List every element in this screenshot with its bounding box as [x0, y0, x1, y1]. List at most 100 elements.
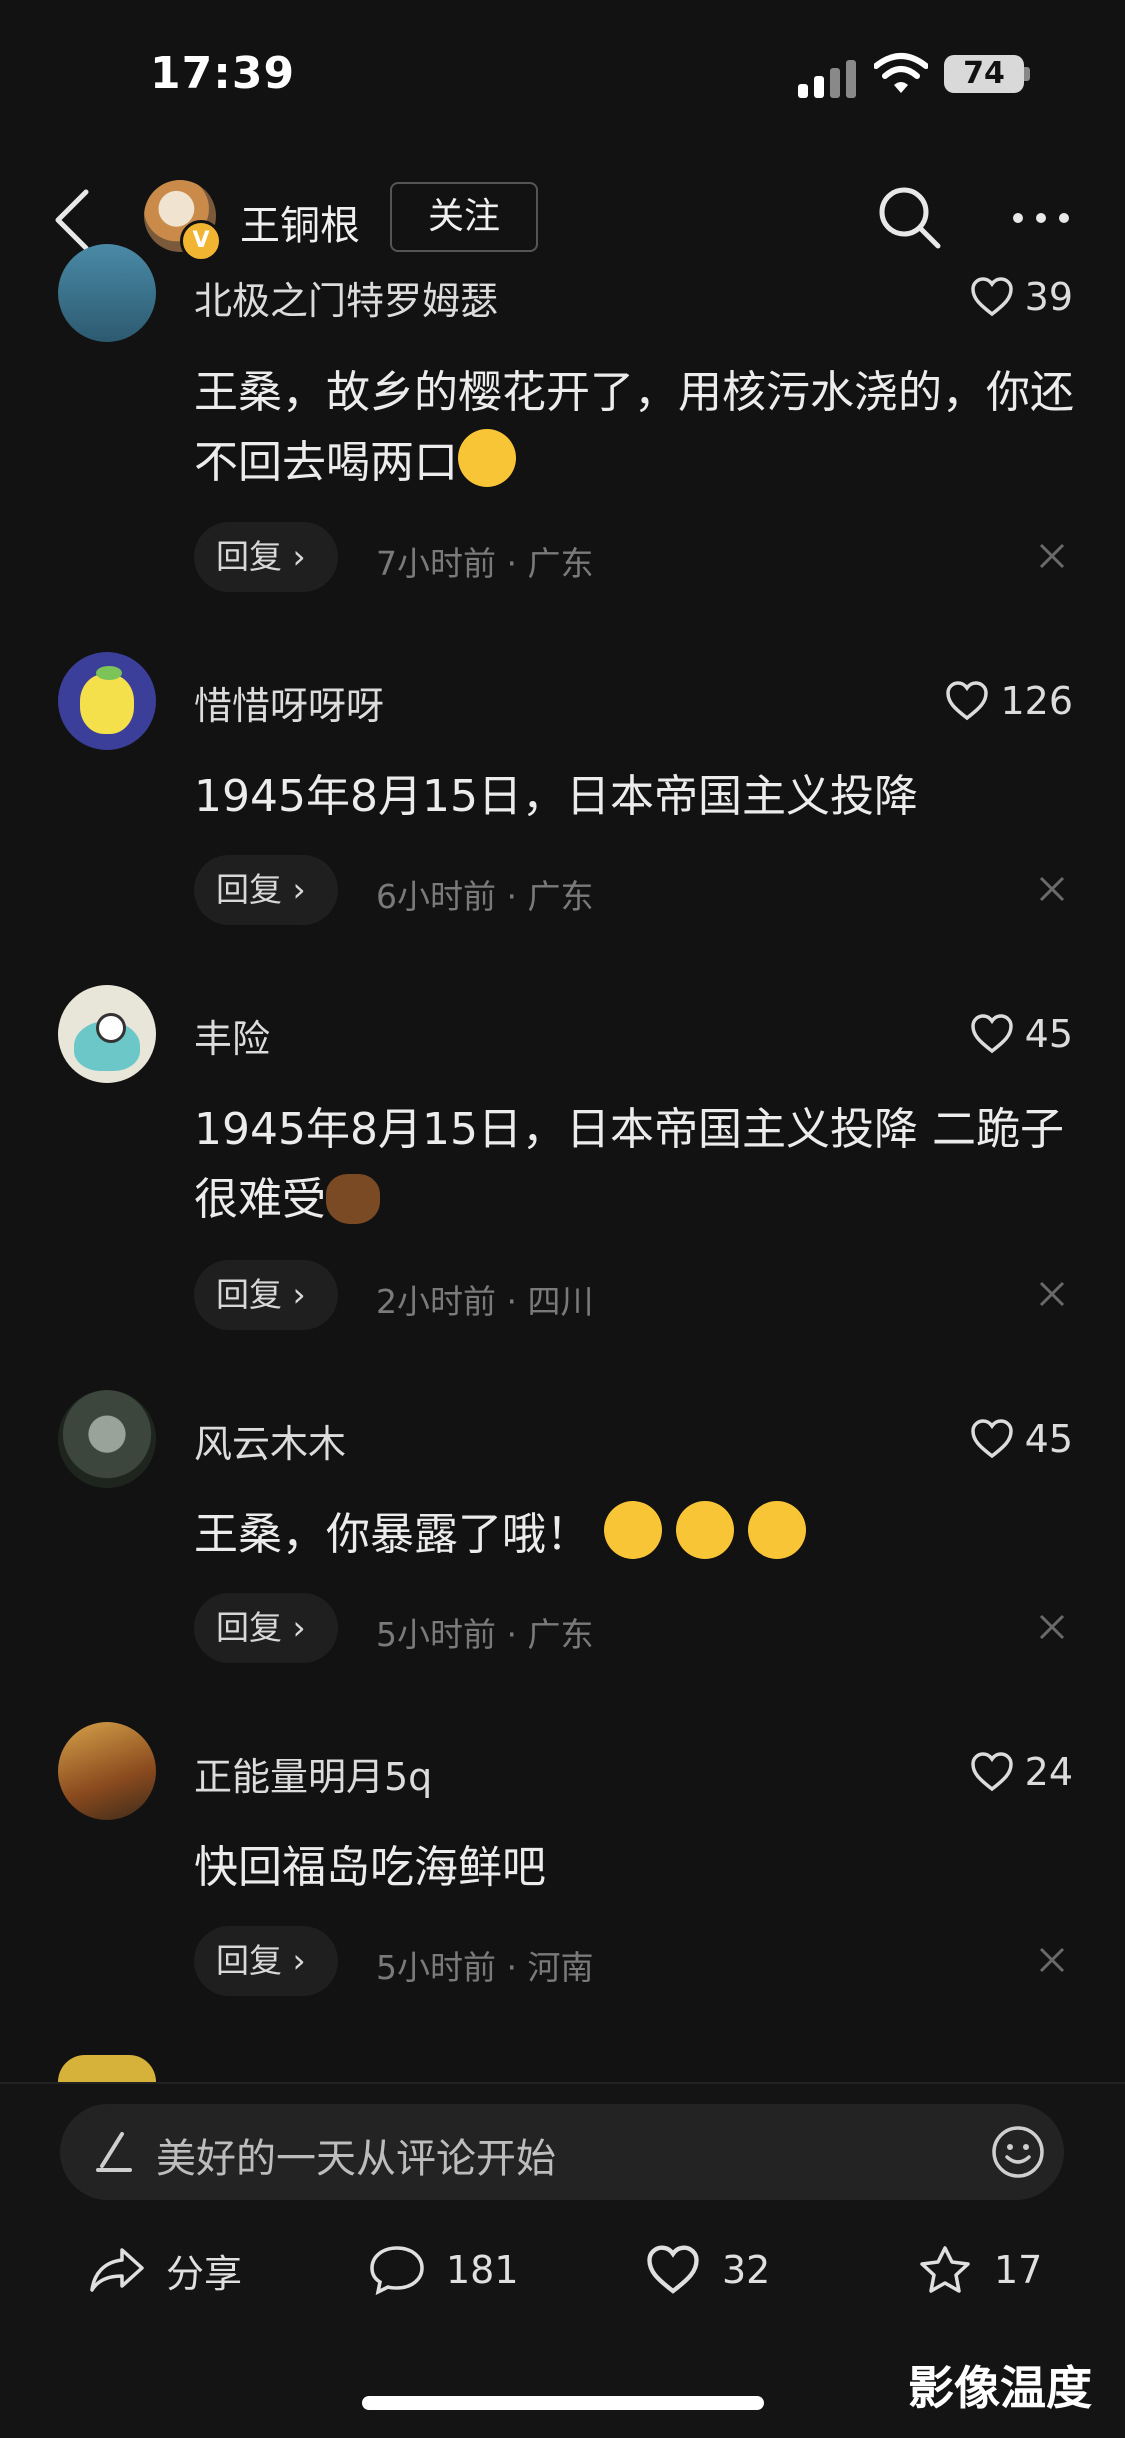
commenter-avatar[interactable] [58, 1722, 156, 1820]
comment-time: 6小时前 [376, 877, 496, 916]
reply-button[interactable]: 回复 › [194, 1260, 338, 1330]
crying-emoji-icon [604, 1501, 662, 1559]
reply-button[interactable]: 回复 › [194, 855, 338, 925]
comment-text-content: 1945年8月15日，日本帝国主义投降 二跪子很难受 [194, 1104, 1064, 1225]
follow-button[interactable]: 关注 [390, 182, 538, 252]
emoji-picker-icon[interactable] [990, 2124, 1046, 2180]
comment-meta: 6小时前 · 广东 [376, 870, 594, 918]
chevron-right-icon: › [292, 1608, 306, 1647]
reply-button[interactable]: 回复 › [194, 1593, 338, 1663]
commenter-name[interactable]: 丰险 [194, 1008, 270, 1063]
reply-label: 回复 [216, 1941, 282, 1980]
heart-icon [970, 277, 1013, 317]
reply-label: 回复 [216, 870, 282, 909]
wifi-icon [874, 53, 928, 93]
comment-text-content: 王桑，你暴露了哦！ [194, 1509, 590, 1560]
comment-time: 5小时前 [376, 1948, 496, 1987]
comments-button[interactable]: 181 [368, 2240, 519, 2300]
search-icon[interactable] [876, 184, 942, 250]
commenter-avatar[interactable] [58, 244, 156, 342]
close-icon[interactable] [1038, 542, 1066, 570]
comment-text: 1945年8月15日，日本帝国主义投降 [194, 771, 918, 822]
chevron-right-icon: › [292, 1941, 306, 1980]
like-button[interactable]: 39 [969, 272, 1073, 322]
more-options-icon[interactable] [1010, 210, 1072, 226]
reply-button[interactable]: 回复 › [194, 522, 338, 592]
verified-badge-icon: V [180, 220, 222, 262]
comment-text: 王桑，故乡的樱花开了，用核污水浇的，你还不回去喝两口 [194, 358, 1074, 498]
share-icon [90, 2248, 144, 2292]
meta-separator: · [506, 544, 518, 583]
comment-meta: 5小时前 · 河南 [376, 1941, 594, 1989]
like-count: 126 [1000, 679, 1073, 723]
meta-separator: · [506, 1615, 518, 1654]
like-count: 39 [1024, 275, 1073, 319]
close-icon[interactable] [1038, 1280, 1066, 1308]
star-icon [920, 2246, 970, 2293]
battery-tip [1024, 67, 1030, 81]
heart-icon [647, 2245, 699, 2294]
like-button[interactable]: 45 [969, 1009, 1073, 1059]
comment-bubble-icon [370, 2246, 424, 2296]
battery-level: 74 [944, 55, 1024, 93]
back-arrow-icon[interactable] [50, 188, 94, 252]
comment-count: 181 [446, 2248, 519, 2292]
like-button[interactable]: 126 [944, 676, 1073, 726]
like-post-count: 32 [722, 2248, 771, 2292]
reply-button[interactable]: 回复 › [194, 1926, 338, 1996]
comment-text: 1945年8月15日，日本帝国主义投降 二跪子很难受 [194, 1095, 1074, 1235]
like-button[interactable]: 24 [969, 1747, 1073, 1797]
reply-label: 回复 [216, 537, 282, 576]
like-button[interactable]: 45 [969, 1414, 1073, 1464]
commenter-name[interactable]: 正能量明月5q [194, 1746, 432, 1801]
comment-time: 2小时前 [376, 1282, 496, 1321]
commenter-avatar[interactable] [58, 2055, 156, 2082]
close-icon[interactable] [1038, 875, 1066, 903]
author-name[interactable]: 王铜根 [240, 193, 360, 251]
meta-separator: · [506, 877, 518, 916]
share-label: 分享 [166, 2251, 243, 2296]
like-post-button[interactable]: 32 [644, 2240, 770, 2300]
close-icon[interactable] [1038, 1613, 1066, 1641]
heart-icon [970, 1752, 1013, 1792]
comment-location: 广东 [527, 1615, 594, 1654]
commenter-avatar[interactable] [58, 652, 156, 750]
chevron-right-icon: › [292, 870, 306, 909]
close-icon[interactable] [1038, 1946, 1066, 1974]
laughing-emoji-icon [458, 429, 516, 487]
like-count: 45 [1024, 1012, 1073, 1056]
comment-text: 快回福岛吃海鲜吧 [194, 1842, 546, 1893]
chevron-right-icon: › [292, 537, 306, 576]
like-count: 45 [1024, 1417, 1073, 1461]
comment-location: 四川 [527, 1282, 594, 1321]
comment-text: 王桑，你暴露了哦！ [194, 1500, 1074, 1570]
comment-location: 河南 [527, 1948, 594, 1987]
heart-icon [970, 1419, 1013, 1459]
commenter-avatar[interactable] [58, 1390, 156, 1488]
crying-emoji-icon [748, 1501, 806, 1559]
meta-separator: · [506, 1282, 518, 1321]
comment-meta: 5小时前 · 广东 [376, 1608, 594, 1656]
cellular-signal-icon [798, 60, 858, 98]
commenter-name[interactable]: 风云木木 [194, 1413, 346, 1468]
status-time: 17:39 [150, 48, 296, 99]
comment-input-placeholder[interactable]: 美好的一天从评论开始 [156, 2126, 556, 2184]
comment-time: 5小时前 [376, 1615, 496, 1654]
share-button[interactable]: 分享 [88, 2240, 242, 2300]
favorite-button[interactable]: 17 [916, 2240, 1042, 2300]
heart-icon [946, 681, 989, 721]
favorite-count: 17 [994, 2248, 1043, 2292]
crying-emoji-icon [676, 1501, 734, 1559]
reply-label: 回复 [216, 1608, 282, 1647]
home-indicator [362, 2396, 764, 2410]
comment-meta: 7小时前 · 广东 [376, 537, 594, 585]
poop-emoji-icon [326, 1174, 380, 1224]
commenter-name[interactable]: 惜惜呀呀呀 [194, 675, 384, 730]
like-count: 24 [1024, 1750, 1073, 1794]
heart-icon [970, 1014, 1013, 1054]
watermark: 影像温度 [908, 2361, 1092, 2415]
commenter-name[interactable]: 北极之门特罗姆瑟 [194, 270, 498, 325]
comment-time: 7小时前 [376, 544, 496, 583]
commenter-avatar[interactable] [58, 985, 156, 1083]
comment-location: 广东 [527, 544, 594, 583]
